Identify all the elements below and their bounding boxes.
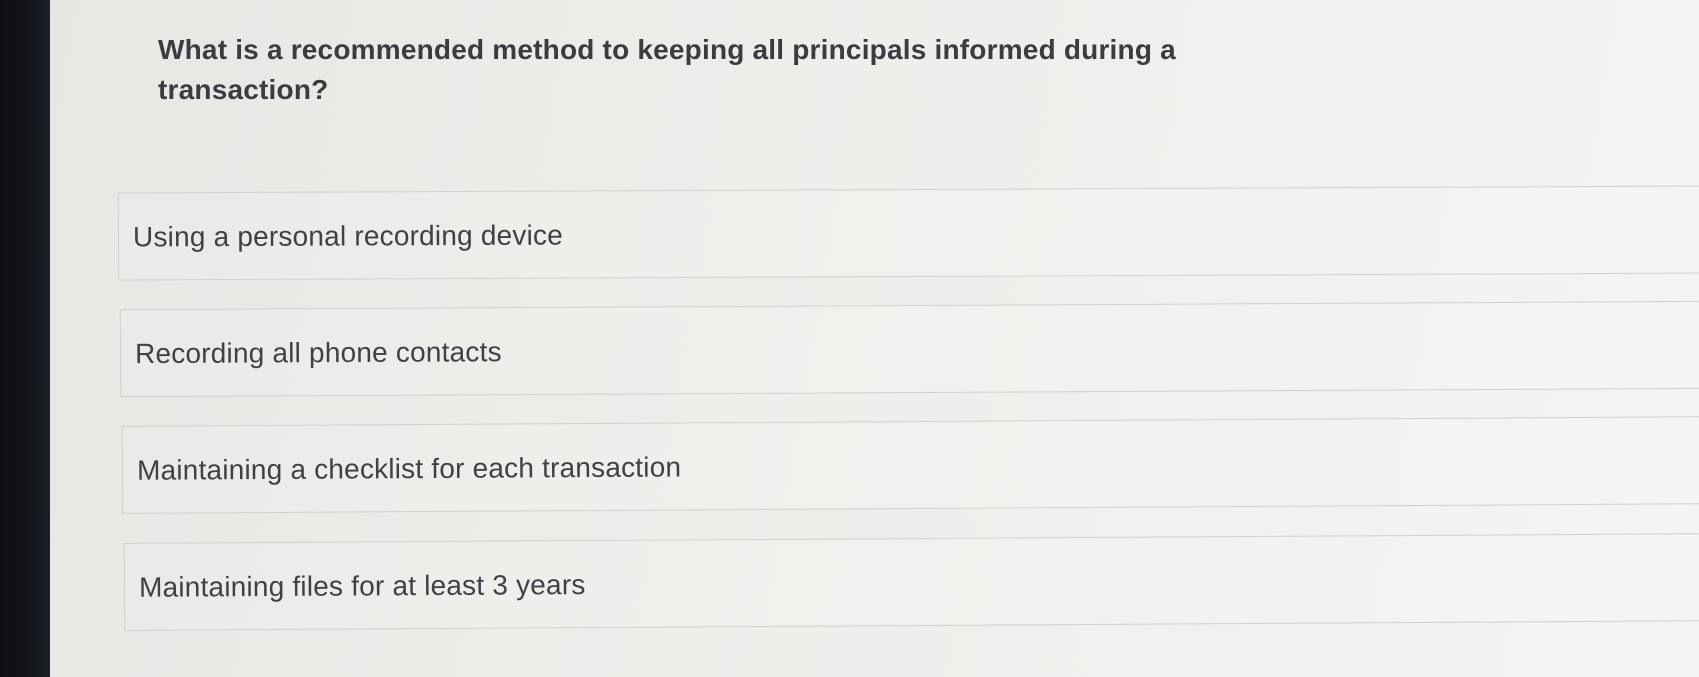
answer-option-label: Using a personal recording device — [132, 219, 564, 253]
answer-option-1[interactable]: Using a personal recording device — [117, 185, 1699, 281]
answer-option-4[interactable]: Maintaining files for at least 3 years — [123, 533, 1699, 631]
monitor-bezel — [0, 0, 50, 677]
answer-option-label: Maintaining a checklist for each transac… — [136, 451, 682, 486]
quiz-screen: What is a recommended method to keeping … — [50, 0, 1699, 677]
answer-option-3[interactable]: Maintaining a checklist for each transac… — [121, 416, 1699, 514]
answer-option-label: Recording all phone contacts — [134, 336, 502, 370]
answer-option-2[interactable]: Recording all phone contacts — [119, 300, 1699, 398]
question-text: What is a recommended method to keeping … — [158, 34, 1176, 105]
answer-option-label: Maintaining files for at least 3 years — [138, 569, 586, 603]
